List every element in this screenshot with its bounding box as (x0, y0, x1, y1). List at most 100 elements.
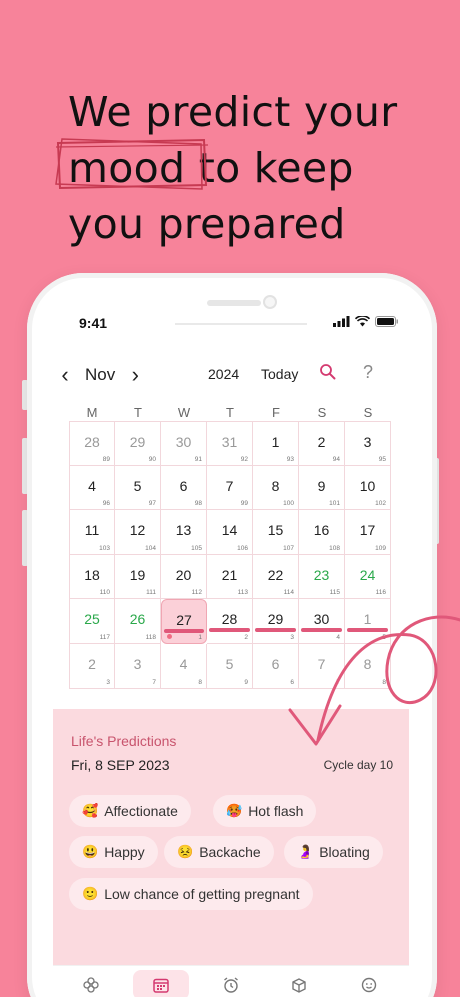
calendar-day[interactable]: 3 95 (345, 421, 391, 466)
calendar-day[interactable]: 29 3 (253, 599, 299, 644)
calendar-day[interactable]: 15 (345, 599, 391, 644)
calendar-day[interactable]: 15 107 (253, 510, 299, 555)
cycle-day-number: 117 (99, 633, 110, 641)
calendar-day[interactable]: 16 108 (299, 510, 345, 555)
cycle-day-number: 7 (336, 678, 340, 686)
tab-calendar[interactable] (133, 970, 189, 997)
cycle-day-number: 94 (332, 455, 340, 463)
cycle-day-number: 6 (290, 678, 294, 686)
tab-alarm[interactable] (211, 970, 251, 997)
cycle-day-number: 3 (290, 633, 294, 641)
chip-label: Affectionate (104, 803, 178, 819)
chip-emoji: 🙂 (82, 886, 99, 901)
day-number: 17 (359, 522, 376, 539)
day-number: 10 (359, 477, 376, 494)
day-number: 14 (221, 522, 238, 539)
calendar-day[interactable]: 23 (69, 643, 115, 689)
calendar-day[interactable]: 9 101 (299, 465, 345, 511)
calendar-day[interactable]: 12 104 (115, 510, 161, 555)
wifi-icon (355, 316, 370, 327)
app-screen: ‹ Nov › 2024 Today ? MTWTFSS 28 89 29 90 30 9… (53, 347, 409, 997)
headline-line-3: you prepared (68, 200, 346, 248)
calendar-day[interactable]: 25 117 (69, 599, 115, 644)
calendar-day[interactable]: 59 (207, 643, 253, 689)
calendar-day[interactable]: 17 109 (345, 510, 391, 555)
prediction-chip-affectionate[interactable]: 🥰 Affectionate (69, 795, 191, 827)
calendar-day[interactable]: 18 110 (69, 554, 115, 600)
search-icon[interactable] (319, 363, 337, 381)
calendar-day[interactable]: 28 89 (69, 421, 115, 466)
calendar-day[interactable]: 19 111 (115, 554, 161, 600)
calendar-day[interactable]: 30 91 (161, 421, 207, 466)
calendar-day[interactable]: 8 100 (253, 465, 299, 511)
cycle-day-number: 89 (102, 455, 110, 463)
weekday-label: M (86, 405, 98, 420)
calendar-day[interactable]: 22 114 (253, 554, 299, 600)
today-button[interactable]: Today (261, 366, 298, 382)
day-number: 29 (267, 611, 284, 628)
calendar-day[interactable]: 13 105 (161, 510, 207, 555)
day-number: 1 (363, 611, 372, 628)
calendar-day[interactable]: 21 113 (207, 554, 253, 600)
day-number: 5 (133, 477, 142, 494)
calendar-day[interactable]: 4 96 (69, 465, 115, 511)
calendar-day[interactable]: 29 90 (115, 421, 161, 466)
calendar-day[interactable]: 23 115 (299, 554, 345, 600)
cycle-day-number: 114 (283, 589, 294, 597)
alarm-icon (224, 977, 238, 993)
cycle-day-number: 107 (283, 544, 294, 552)
calendar-day[interactable]: 88 (345, 643, 391, 689)
day-number: 20 (175, 566, 192, 583)
calendar-day[interactable]: 14 106 (207, 510, 253, 555)
calendar-day[interactable]: 11 103 (69, 510, 115, 555)
prediction-chip-backache[interactable]: 😣 Backache (164, 836, 274, 868)
chip-label: Bloating (319, 844, 370, 860)
cycle-day-number: 93 (286, 455, 294, 463)
cycle-day-number: 113 (237, 589, 248, 597)
day-number: 22 (267, 566, 284, 583)
prediction-chip-pregnancy[interactable]: 🙂 Low chance of getting pregnant (69, 878, 313, 910)
calendar-day-today[interactable]: 27 1 (161, 599, 207, 644)
calendar-day[interactable]: 77 (299, 643, 345, 689)
weekday-label: T (134, 405, 142, 420)
cycle-day-number: 118 (145, 633, 156, 641)
calendar-day[interactable]: 26 118 (115, 599, 161, 644)
tab-bar (53, 965, 409, 997)
prediction-chip-bloating[interactable]: 🤰 Bloating (284, 836, 383, 868)
calendar-day[interactable]: 66 (253, 643, 299, 689)
calendar-day[interactable]: 37 (115, 643, 161, 689)
prev-month-button[interactable]: ‹ (53, 362, 77, 388)
day-number: 25 (84, 611, 100, 628)
calendar-day[interactable]: 31 92 (207, 421, 253, 466)
calendar-day[interactable]: 6 98 (161, 465, 207, 511)
tab-box[interactable] (279, 970, 319, 997)
tab-flower[interactable] (71, 970, 111, 997)
box-icon (292, 978, 306, 993)
next-month-button[interactable]: › (123, 362, 147, 388)
cycle-day-number: 103 (99, 544, 110, 552)
calendar-day[interactable]: 28 2 (207, 599, 253, 644)
cycle-day-number: 111 (146, 589, 156, 597)
year-label[interactable]: 2024 (208, 366, 239, 382)
headline-line-2-rest: to keep (198, 144, 354, 192)
calendar-day[interactable]: 2 94 (299, 421, 345, 466)
calendar-day[interactable]: 7 99 (207, 465, 253, 511)
calendar-day[interactable]: 24 116 (345, 554, 391, 600)
calendar-day[interactable]: 48 (161, 643, 207, 689)
calendar-day[interactable]: 30 4 (299, 599, 345, 644)
calendar-day[interactable]: 20 112 (161, 554, 207, 600)
help-button[interactable]: ? (363, 362, 373, 383)
day-number: 18 (84, 566, 100, 583)
today-dot (167, 633, 172, 639)
day-number: 13 (175, 522, 192, 539)
prediction-chip-hot-flash[interactable]: 🥵 Hot flash (213, 795, 317, 827)
calendar-day[interactable]: 10 102 (345, 465, 391, 511)
cycle-day-number: 96 (102, 500, 110, 508)
tab-face[interactable] (349, 970, 389, 997)
cycle-day-number: 9 (244, 678, 248, 686)
calendar-day[interactable]: 5 97 (115, 465, 161, 511)
calendar-day[interactable]: 1 93 (253, 421, 299, 466)
day-number: 15 (267, 522, 284, 539)
prediction-chip-happy[interactable]: 😃 Happy (69, 836, 158, 868)
day-number: 7 (225, 477, 234, 494)
